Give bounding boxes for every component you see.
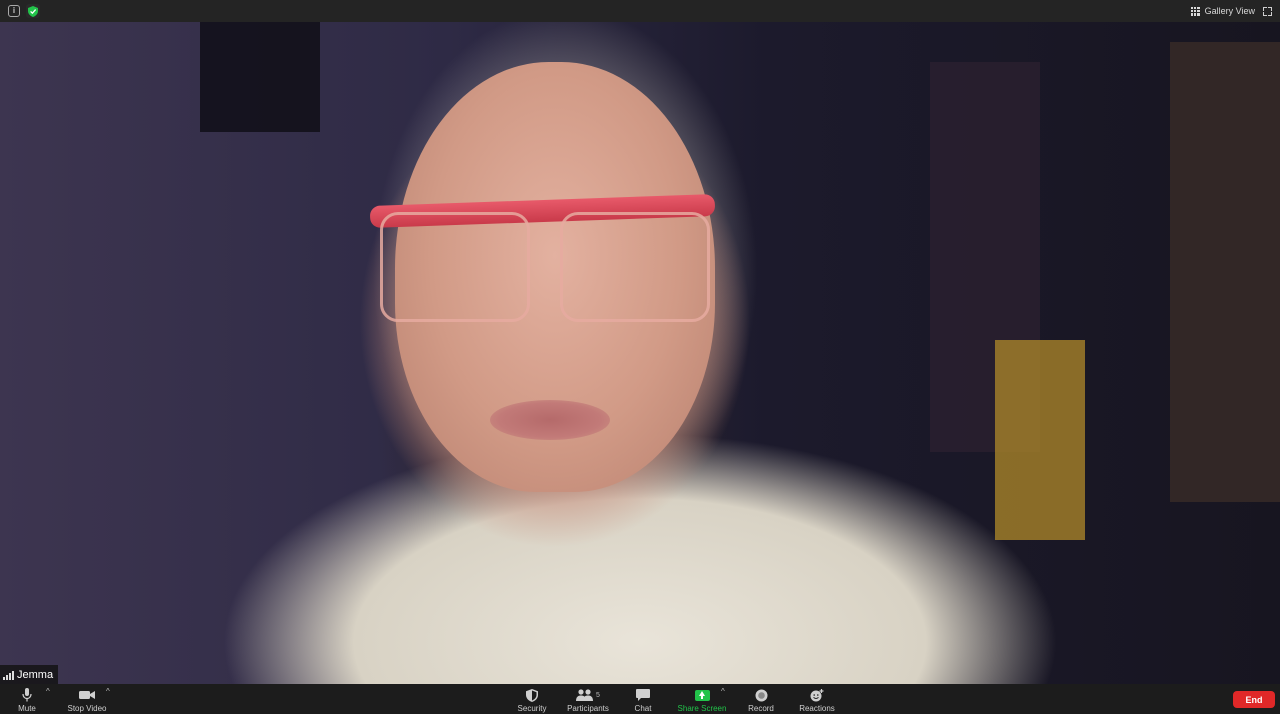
share-screen-arrow-up-icon: [694, 687, 710, 703]
signal-strength-icon: [3, 670, 14, 680]
participants-button[interactable]: 5 Participants: [562, 684, 614, 714]
smiley-plus-icon: [810, 687, 824, 703]
participants-label: Participants: [567, 704, 609, 713]
mute-label: Mute: [18, 704, 36, 713]
wall-picture-frame: [200, 22, 320, 132]
top-bar-left: i: [0, 4, 40, 18]
meeting-controls-toolbar: Mute ^ Stop Video ^ Security 5 Participa…: [0, 684, 1280, 714]
meeting-info-icon[interactable]: i: [8, 5, 20, 17]
top-bar-right: Gallery View: [1190, 6, 1280, 16]
video-camera-icon: [79, 687, 95, 703]
record-button[interactable]: Record: [744, 684, 778, 714]
participant-name: Jemma: [17, 668, 54, 681]
video-options-chevron-up-icon[interactable]: ^: [106, 687, 110, 696]
fullscreen-icon[interactable]: [1263, 6, 1272, 16]
participants-icon: 5: [576, 687, 600, 703]
participant-mouth: [490, 400, 610, 440]
chat-bubble-icon: [636, 687, 650, 703]
shield-check-icon[interactable]: [26, 4, 40, 18]
end-meeting-button[interactable]: End: [1233, 691, 1275, 708]
gallery-view-button[interactable]: Gallery View: [1190, 6, 1255, 16]
chat-button[interactable]: Chat: [628, 684, 658, 714]
glasses-left-lens: [380, 212, 530, 322]
record-icon: [755, 687, 768, 703]
audio-options-chevron-up-icon[interactable]: ^: [46, 687, 50, 696]
chat-label: Chat: [634, 704, 652, 713]
participants-count: 5: [596, 691, 600, 699]
share-screen-label: Share Screen: [677, 704, 727, 713]
background-wardrobe: [1170, 42, 1280, 502]
security-shield-icon: [526, 687, 538, 703]
mute-button[interactable]: Mute: [12, 684, 42, 714]
reactions-button[interactable]: Reactions: [796, 684, 838, 714]
participant-video-feed[interactable]: [0, 22, 1280, 684]
meeting-top-bar: i Gallery View: [0, 0, 1280, 22]
stop-video-button[interactable]: Stop Video: [62, 684, 112, 714]
background-yellow-cloth: [995, 340, 1085, 540]
security-label: Security: [517, 704, 547, 713]
stop-video-label: Stop Video: [67, 704, 107, 713]
grid-icon: [1190, 6, 1200, 16]
reactions-label: Reactions: [799, 704, 835, 713]
share-options-chevron-up-icon[interactable]: ^: [721, 687, 725, 696]
security-button[interactable]: Security: [512, 684, 552, 714]
participant-name-tag: Jemma: [0, 665, 59, 684]
record-label: Record: [748, 704, 774, 713]
glasses-right-lens: [560, 212, 710, 322]
gallery-view-label: Gallery View: [1204, 6, 1255, 16]
microphone-icon: [22, 687, 32, 703]
